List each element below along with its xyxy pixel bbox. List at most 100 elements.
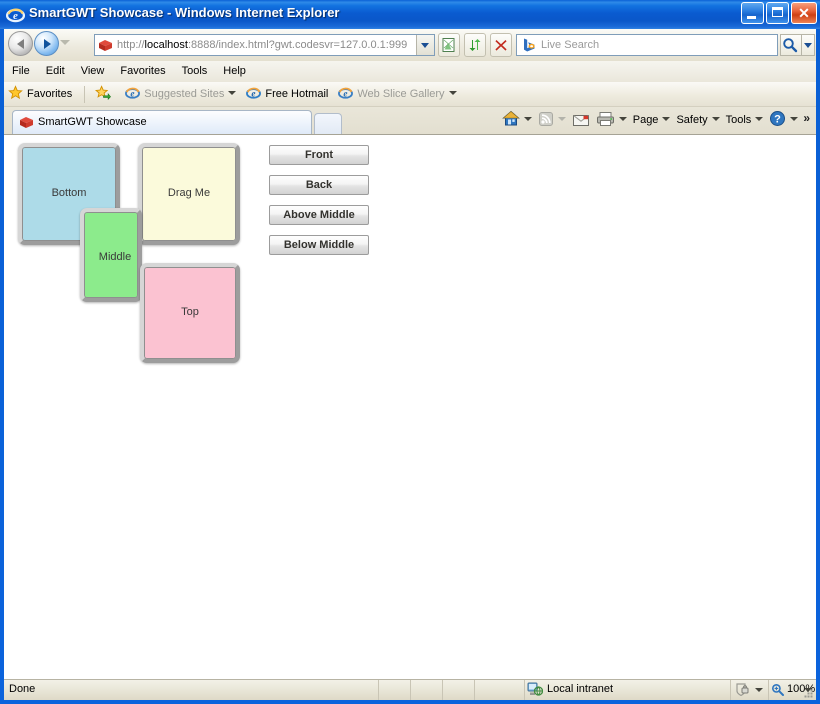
tab-smartgwt-showcase[interactable]: SmartGWT Showcase bbox=[12, 110, 312, 134]
drag-box-label: Bottom bbox=[51, 187, 87, 199]
status-message: Done bbox=[9, 683, 36, 695]
page-viewport: Bottom Drag Me Middle Top Front Back Abo… bbox=[4, 134, 816, 679]
chevron-down-icon bbox=[804, 43, 812, 48]
ie-logo-icon: e bbox=[246, 85, 262, 109]
minimize-button[interactable] bbox=[741, 2, 764, 24]
search-icon bbox=[783, 38, 798, 53]
favorites-button[interactable]: Favorites bbox=[4, 82, 78, 106]
close-icon: ✕ bbox=[798, 5, 810, 21]
favorite-suggested-sites[interactable]: e Suggested Sites bbox=[121, 82, 242, 106]
tab-label: SmartGWT Showcase bbox=[38, 116, 147, 128]
svg-text:e: e bbox=[252, 89, 256, 99]
home-button[interactable] bbox=[499, 107, 535, 134]
chevron-down-icon bbox=[755, 117, 764, 121]
status-segment bbox=[474, 680, 524, 700]
address-path: :8888/index.html?gwt.codesvr=127.0.0.1:9… bbox=[187, 39, 408, 51]
favorite-web-slice-gallery[interactable]: e Web Slice Gallery bbox=[334, 82, 462, 106]
tools-menu-button[interactable]: Tools bbox=[723, 107, 767, 134]
command-bar-overflow-button[interactable]: » bbox=[801, 107, 816, 134]
help-menu-button[interactable]: ? bbox=[766, 107, 801, 134]
favorites-bar: Favorites e Suggested Sites e Free Hotma… bbox=[4, 82, 816, 107]
chevron-down-icon bbox=[618, 117, 627, 121]
tools-menu-label: Tools bbox=[725, 114, 752, 126]
search-placeholder: Live Search bbox=[541, 39, 600, 51]
protected-mode-icon bbox=[734, 682, 750, 704]
chevron-down-icon bbox=[790, 117, 799, 121]
chevron-down-icon bbox=[448, 91, 457, 95]
menu-item-tools[interactable]: Tools bbox=[174, 61, 216, 82]
maximize-button[interactable] bbox=[766, 2, 789, 24]
favorite-free-hotmail[interactable]: e Free Hotmail bbox=[242, 82, 334, 106]
new-tab-button[interactable] bbox=[314, 113, 342, 134]
security-zone-label: Local intranet bbox=[547, 683, 614, 695]
drag-box-top[interactable]: Top bbox=[140, 263, 240, 363]
below-middle-button[interactable]: Below Middle bbox=[269, 235, 369, 255]
navigation-bar: http://localhost:8888/index.html?gwt.cod… bbox=[4, 29, 816, 61]
drag-box-drag-me[interactable]: Drag Me bbox=[138, 143, 240, 245]
chevron-down-icon bbox=[662, 117, 671, 121]
search-input[interactable]: Live Search bbox=[516, 34, 778, 56]
drag-box-label: Middle bbox=[98, 251, 132, 263]
menu-item-file[interactable]: File bbox=[4, 61, 38, 82]
address-host: localhost bbox=[144, 39, 188, 51]
favorites-label: Favorites bbox=[27, 88, 73, 100]
window-controls: ✕ bbox=[739, 2, 817, 25]
command-bar: Page Safety Tools ? » bbox=[499, 107, 816, 134]
menu-item-favorites[interactable]: Favorites bbox=[112, 61, 173, 82]
menu-item-help[interactable]: Help bbox=[215, 61, 254, 82]
forward-button[interactable] bbox=[34, 31, 59, 56]
page-menu-button[interactable]: Page bbox=[630, 107, 674, 134]
feeds-button[interactable] bbox=[535, 107, 569, 134]
nav-buttons bbox=[8, 31, 59, 56]
search-options-button[interactable] bbox=[802, 34, 815, 56]
address-text: http://localhost:8888/index.html?gwt.cod… bbox=[117, 38, 407, 52]
address-bar[interactable]: http://localhost:8888/index.html?gwt.cod… bbox=[94, 34, 435, 56]
stop-button[interactable] bbox=[490, 33, 512, 57]
favorite-label: Suggested Sites bbox=[144, 88, 225, 100]
favorite-label: Web Slice Gallery bbox=[357, 88, 445, 100]
maximize-icon bbox=[772, 7, 783, 17]
safety-menu-button[interactable]: Safety bbox=[673, 107, 722, 134]
svg-text:e: e bbox=[131, 89, 135, 99]
svg-text:e: e bbox=[13, 10, 18, 22]
smartgwt-box-icon bbox=[98, 38, 113, 53]
compatibility-view-button[interactable] bbox=[438, 33, 460, 57]
status-bar: Done Local intranet 100% bbox=[4, 679, 816, 700]
bing-icon bbox=[521, 37, 538, 56]
arrow-left-icon bbox=[16, 38, 24, 49]
security-zone[interactable]: Local intranet bbox=[524, 680, 730, 700]
chevron-down-icon bbox=[523, 117, 532, 121]
protected-mode-indicator[interactable] bbox=[730, 680, 768, 700]
star-icon bbox=[8, 85, 23, 109]
svg-text:e: e bbox=[344, 89, 348, 99]
search-button[interactable] bbox=[780, 34, 802, 56]
read-mail-button[interactable] bbox=[569, 107, 593, 134]
above-middle-button[interactable]: Above Middle bbox=[269, 205, 369, 225]
minimize-icon bbox=[747, 16, 756, 19]
chevron-down-icon bbox=[421, 43, 429, 48]
address-scheme: http:// bbox=[117, 39, 145, 51]
page-canvas: Bottom Drag Me Middle Top Front Back Abo… bbox=[4, 135, 816, 679]
page-menu-label: Page bbox=[632, 114, 659, 126]
drag-box-middle[interactable]: Middle bbox=[80, 208, 142, 302]
back-button-action[interactable]: Back bbox=[269, 175, 369, 195]
status-segment bbox=[378, 680, 410, 700]
menu-item-view[interactable]: View bbox=[73, 61, 113, 82]
refresh-button[interactable] bbox=[464, 33, 486, 57]
chevron-down-icon bbox=[711, 117, 720, 121]
close-button[interactable]: ✕ bbox=[791, 2, 817, 24]
front-button[interactable]: Front bbox=[269, 145, 369, 165]
ie-logo-icon: e bbox=[125, 85, 141, 109]
address-dropdown-button[interactable] bbox=[416, 35, 434, 55]
print-button[interactable] bbox=[593, 107, 630, 134]
ie-logo-icon: e bbox=[338, 85, 354, 109]
ie-logo-icon: e bbox=[5, 5, 26, 24]
zoom-icon bbox=[771, 683, 784, 703]
add-to-favorites-bar-button[interactable] bbox=[91, 82, 121, 106]
status-segment bbox=[410, 680, 442, 700]
menu-item-edit[interactable]: Edit bbox=[38, 61, 73, 82]
back-button[interactable] bbox=[8, 31, 33, 56]
recent-pages-chevron-down-icon[interactable] bbox=[60, 40, 70, 45]
status-segment bbox=[442, 680, 474, 700]
resize-grip[interactable] bbox=[802, 687, 814, 699]
